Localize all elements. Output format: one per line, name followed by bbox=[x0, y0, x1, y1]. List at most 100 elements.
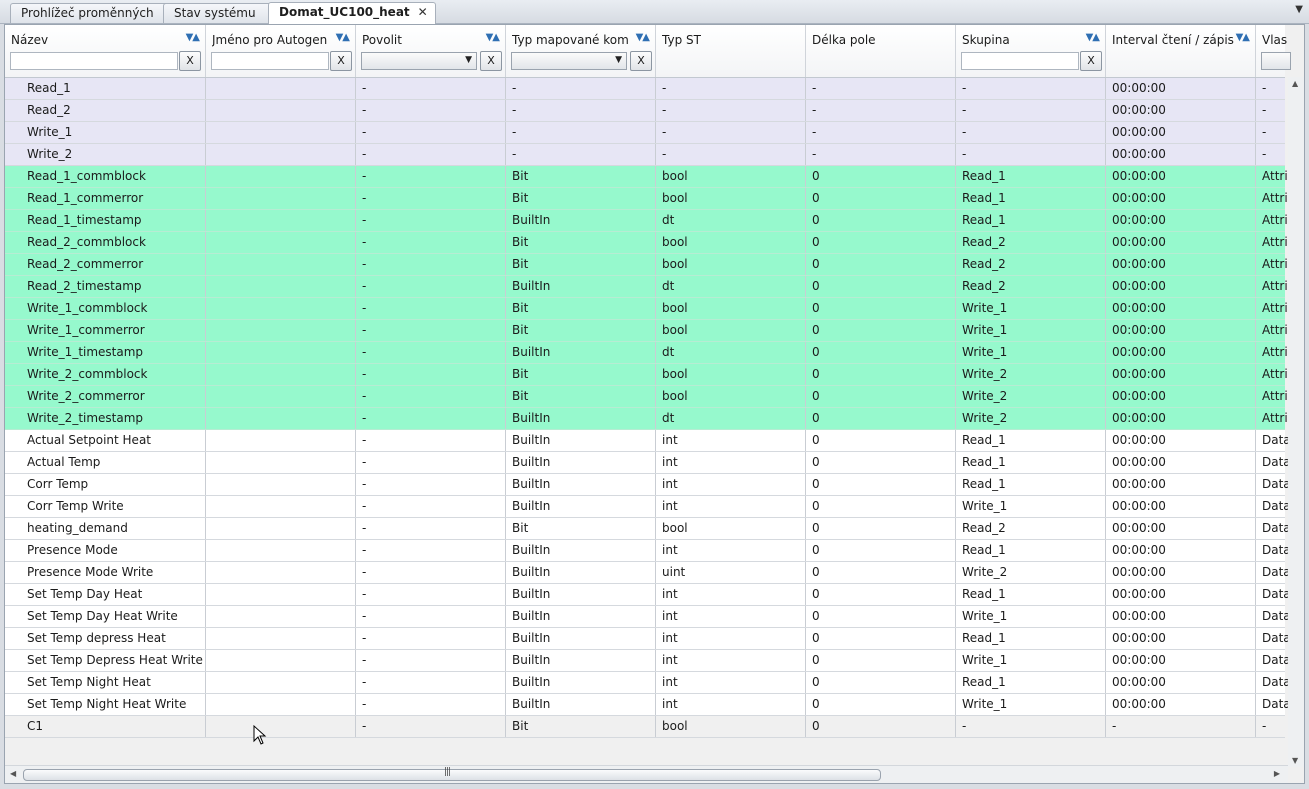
column-header-autogen[interactable]: Jméno pro Autogen ▼▲ X bbox=[206, 25, 356, 77]
table-cell[interactable]: Read_1 bbox=[956, 210, 1106, 231]
table-cell[interactable]: BuiltIn bbox=[506, 672, 656, 693]
table-row[interactable]: Set Temp Night Heat - BuiltIn int 0 Read_1 00:… bbox=[5, 672, 1296, 694]
table-cell[interactable]: Bit bbox=[506, 166, 656, 187]
table-cell[interactable] bbox=[206, 474, 356, 495]
table-cell[interactable]: Bit bbox=[506, 320, 656, 341]
table-cell[interactable]: Write_1 bbox=[956, 298, 1106, 319]
table-cell[interactable]: 00:00:00 bbox=[1106, 452, 1256, 473]
table-row[interactable]: Actual Temp - BuiltIn int 0 Read_1 00:00:00 Dat… bbox=[5, 452, 1296, 474]
table-cell[interactable]: Read_1 bbox=[956, 540, 1106, 561]
table-row[interactable]: Write_1- - - - -00:00:00- bbox=[5, 122, 1296, 144]
table-cell[interactable]: Actual Temp bbox=[5, 452, 206, 473]
sort-arrows-icon[interactable]: ▼▲ bbox=[636, 32, 650, 43]
tab-system-status[interactable]: Stav systému bbox=[163, 3, 285, 23]
table-cell[interactable]: 0 bbox=[806, 342, 956, 363]
group-filter-clear-button[interactable]: X bbox=[1080, 51, 1102, 71]
table-cell[interactable]: 0 bbox=[806, 364, 956, 385]
table-cell[interactable]: BuiltIn bbox=[506, 430, 656, 451]
sort-arrows-icon[interactable]: ▼▲ bbox=[1236, 32, 1250, 43]
table-cell[interactable]: 0 bbox=[806, 254, 956, 275]
table-cell[interactable]: - bbox=[356, 452, 506, 473]
table-cell[interactable]: - bbox=[806, 144, 956, 165]
table-cell[interactable]: 00:00:00 bbox=[1106, 210, 1256, 231]
table-cell[interactable]: BuiltIn bbox=[506, 650, 656, 671]
table-cell[interactable]: 0 bbox=[806, 672, 956, 693]
table-cell[interactable] bbox=[206, 452, 356, 473]
name-filter-clear-button[interactable]: X bbox=[179, 51, 201, 71]
table-cell[interactable]: 0 bbox=[806, 474, 956, 495]
horizontal-scrollbar[interactable]: ◀ ||| ▶ bbox=[5, 765, 1288, 783]
table-cell[interactable] bbox=[206, 232, 356, 253]
table-cell[interactable]: Write_1 bbox=[956, 342, 1106, 363]
table-cell[interactable]: 00:00:00 bbox=[1106, 298, 1256, 319]
table-cell[interactable] bbox=[206, 166, 356, 187]
table-cell[interactable]: 0 bbox=[806, 276, 956, 297]
table-cell[interactable]: bool bbox=[656, 716, 806, 737]
table-cell[interactable]: Write_2 bbox=[956, 408, 1106, 429]
enable-filter-select[interactable]: ▼ bbox=[361, 52, 477, 70]
table-cell[interactable]: - bbox=[356, 496, 506, 517]
table-cell[interactable]: Read_1 bbox=[956, 430, 1106, 451]
table-cell[interactable]: bool bbox=[656, 254, 806, 275]
column-header-interval[interactable]: Interval čtení / zápis ▼▲ bbox=[1106, 25, 1256, 77]
table-cell[interactable]: 00:00:00 bbox=[1106, 122, 1256, 143]
table-cell[interactable]: 00:00:00 bbox=[1106, 672, 1256, 693]
table-cell[interactable]: 00:00:00 bbox=[1106, 562, 1256, 583]
table-row[interactable]: Read_1_timestamp - BuiltIn dt 0 Read_1 00:00:0… bbox=[5, 210, 1296, 232]
table-cell[interactable]: 0 bbox=[806, 650, 956, 671]
table-cell[interactable]: BuiltIn bbox=[506, 342, 656, 363]
table-cell[interactable]: uint bbox=[656, 562, 806, 583]
table-cell[interactable]: 00:00:00 bbox=[1106, 78, 1256, 99]
table-cell[interactable]: bool bbox=[656, 364, 806, 385]
table-cell[interactable] bbox=[206, 78, 356, 99]
vertical-scrollbar[interactable]: ▲ ▼ bbox=[1288, 77, 1304, 767]
table-cell[interactable] bbox=[206, 694, 356, 715]
table-cell[interactable]: - bbox=[356, 210, 506, 231]
table-cell[interactable]: 0 bbox=[806, 694, 956, 715]
sort-arrows-icon[interactable]: ▼▲ bbox=[486, 32, 500, 43]
table-cell[interactable]: - bbox=[356, 474, 506, 495]
table-cell[interactable]: Write_2_commblock bbox=[5, 364, 206, 385]
table-cell[interactable]: - bbox=[956, 100, 1106, 121]
table-row[interactable]: Set Temp Day Heat - BuiltIn int 0 Read_1 00:00… bbox=[5, 584, 1296, 606]
table-cell[interactable]: 0 bbox=[806, 430, 956, 451]
table-cell[interactable]: - bbox=[806, 78, 956, 99]
table-cell[interactable]: 00:00:00 bbox=[1106, 540, 1256, 561]
group-filter-input[interactable] bbox=[961, 52, 1079, 70]
table-cell[interactable]: Read_1 bbox=[956, 628, 1106, 649]
table-cell[interactable]: Read_1 bbox=[5, 78, 206, 99]
table-cell[interactable]: - bbox=[506, 78, 656, 99]
table-cell[interactable]: BuiltIn bbox=[506, 584, 656, 605]
table-cell[interactable]: - bbox=[356, 188, 506, 209]
table-cell[interactable]: BuiltIn bbox=[506, 276, 656, 297]
tab-variable-browser[interactable]: Prohlížeč proměnných bbox=[10, 3, 178, 23]
table-cell[interactable]: Write_2 bbox=[956, 364, 1106, 385]
table-cell[interactable]: int bbox=[656, 694, 806, 715]
table-cell[interactable]: - bbox=[356, 320, 506, 341]
table-cell[interactable]: 00:00:00 bbox=[1106, 386, 1256, 407]
table-row[interactable]: Read_1_commerror - Bit bool 0 Read_1 00:00:00 A… bbox=[5, 188, 1296, 210]
table-cell[interactable]: int bbox=[656, 672, 806, 693]
table-cell[interactable]: - bbox=[356, 122, 506, 143]
table-cell[interactable]: - bbox=[356, 78, 506, 99]
table-cell[interactable]: Bit bbox=[506, 518, 656, 539]
table-cell[interactable]: 00:00:00 bbox=[1106, 606, 1256, 627]
table-cell[interactable]: - bbox=[356, 144, 506, 165]
table-cell[interactable]: 0 bbox=[806, 232, 956, 253]
table-cell[interactable]: - bbox=[356, 166, 506, 187]
table-cell[interactable]: Write_1_commblock bbox=[5, 298, 206, 319]
table-cell[interactable]: bool bbox=[656, 166, 806, 187]
table-row[interactable]: Presence Mode Write - BuiltIn uint 0 Write_2 0… bbox=[5, 562, 1296, 584]
table-cell[interactable]: Write_2_commerror bbox=[5, 386, 206, 407]
table-cell[interactable]: Read_1_commblock bbox=[5, 166, 206, 187]
autogen-filter-clear-button[interactable]: X bbox=[330, 51, 352, 71]
table-cell[interactable] bbox=[206, 100, 356, 121]
table-cell[interactable]: Set Temp depress Heat bbox=[5, 628, 206, 649]
table-cell[interactable]: BuiltIn bbox=[506, 452, 656, 473]
table-cell[interactable]: Read_2_commblock bbox=[5, 232, 206, 253]
tab-domat-uc100-heat[interactable]: Domat_UC100_heat ✕ bbox=[268, 2, 436, 24]
table-cell[interactable]: Read_2_commerror bbox=[5, 254, 206, 275]
table-cell[interactable]: Write_1_timestamp bbox=[5, 342, 206, 363]
horizontal-scroll-thumb[interactable]: ||| bbox=[23, 767, 881, 781]
table-row[interactable]: Write_2- - - - -00:00:00- bbox=[5, 144, 1296, 166]
